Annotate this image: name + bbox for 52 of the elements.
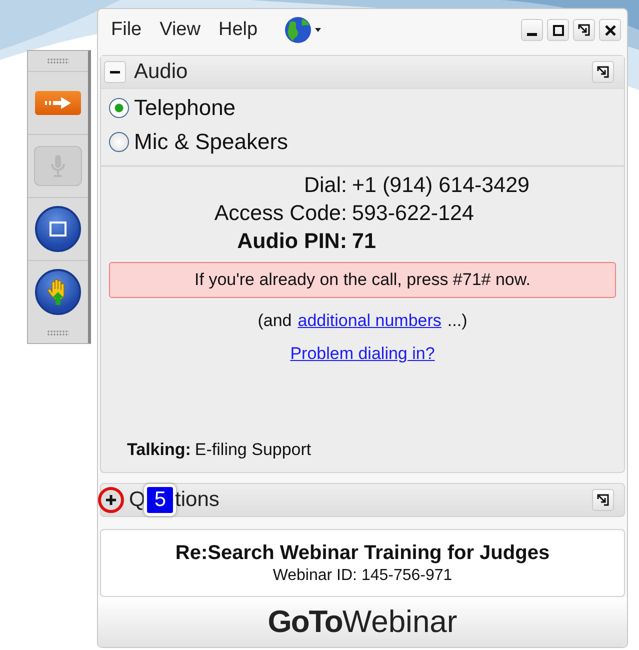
- panel-title: Audio: [134, 60, 188, 84]
- minimize-icon: [527, 32, 537, 36]
- menu-item[interactable]: View: [160, 19, 200, 41]
- maximize-icon: [552, 24, 564, 36]
- detail-label: Dial:: [302, 173, 347, 198]
- close-button[interactable]: [599, 19, 621, 41]
- detail-value: 71: [352, 229, 377, 254]
- radio-button[interactable]: [109, 98, 129, 118]
- screen-button[interactable]: [35, 206, 81, 252]
- grip-handle[interactable]: [47, 330, 69, 336]
- undock-button[interactable]: [592, 489, 614, 511]
- notice-banner: If you're already on the call, press #71# now.: [109, 262, 616, 298]
- arrow-button[interactable]: [35, 90, 81, 115]
- logo-text: GoTo: [268, 604, 342, 640]
- undock-icon: [597, 494, 609, 506]
- undock-button[interactable]: [592, 61, 614, 83]
- undock-icon: [597, 66, 609, 78]
- webinar-id: Webinar ID: 145-756-971: [272, 566, 452, 584]
- additional-numbers-link[interactable]: additional numbers: [298, 311, 442, 331]
- panel-title: Q: [129, 488, 146, 512]
- more-text: (and: [258, 311, 292, 331]
- detail-value: +1 (914) 614-3429: [352, 173, 531, 198]
- radio-label: Mic & Speakers: [134, 129, 288, 155]
- menu-item[interactable]: Help: [218, 19, 258, 41]
- more-text: ...): [447, 311, 468, 331]
- step-badge: 5: [144, 484, 176, 516]
- radio-label: Telephone: [134, 95, 236, 121]
- radio-button[interactable]: [109, 132, 129, 152]
- maximize-button[interactable]: [547, 19, 569, 41]
- talking-name: E-filing Support: [194, 440, 312, 460]
- arrow-icon: [43, 96, 73, 110]
- detail-value: 593-622-124: [352, 201, 475, 226]
- menu-item[interactable]: File: [111, 19, 142, 41]
- language-menu-button[interactable]: [284, 15, 322, 45]
- detail-label: Access Code:: [213, 201, 347, 226]
- plus-icon: [105, 494, 117, 506]
- detail-label: Audio PIN:: [236, 229, 347, 254]
- minimize-button[interactable]: [521, 19, 543, 41]
- problem-dialing-link[interactable]: Problem dialing in?: [290, 344, 435, 364]
- expand-button[interactable]: [98, 487, 124, 513]
- collapse-button[interactable]: [104, 61, 126, 83]
- undock-icon: [578, 24, 590, 36]
- raise-hand-button[interactable]: [35, 269, 81, 316]
- square-icon: [49, 221, 67, 238]
- globe-icon: [284, 15, 322, 45]
- webinar-title: Re:Search Webinar Training for Judges: [175, 542, 550, 564]
- panel-title: tions: [175, 488, 220, 512]
- logo-text: Webinar: [342, 604, 458, 640]
- undock-button[interactable]: [573, 19, 595, 41]
- talking-label: Talking:: [127, 440, 191, 460]
- grip-handle[interactable]: [47, 58, 69, 64]
- close-icon: [604, 24, 616, 36]
